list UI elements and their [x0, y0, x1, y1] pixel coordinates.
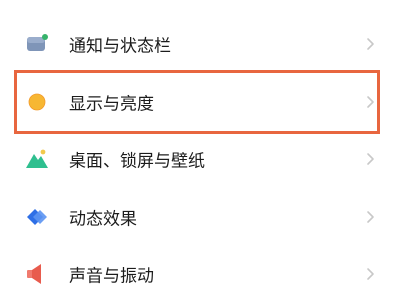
dynamic-effects-icon — [24, 204, 50, 230]
chevron-right-icon — [362, 266, 378, 282]
settings-item-label: 显示与亮度 — [69, 94, 154, 115]
sound-icon — [24, 261, 50, 287]
settings-item-display-brightness[interactable]: 显示与亮度 — [0, 74, 400, 130]
chevron-right-icon — [362, 36, 378, 52]
settings-item-label: 桌面、锁屏与壁纸 — [69, 151, 205, 172]
notification-bar-icon — [24, 31, 50, 57]
settings-item-label: 声音与振动 — [69, 266, 154, 287]
chevron-right-icon — [362, 94, 378, 110]
brightness-icon — [24, 89, 50, 115]
chevron-right-icon — [362, 151, 378, 167]
wallpaper-icon — [24, 146, 50, 172]
chevron-right-icon — [362, 209, 378, 225]
settings-item-label: 动态效果 — [69, 209, 137, 230]
settings-list: 通知与状态栏 显示与亮度 桌面、锁屏与壁纸 动态效果 声音与振动 — [0, 0, 400, 300]
settings-item-sound-vibration[interactable]: 声音与振动 — [0, 246, 400, 300]
settings-item-desktop-lockscreen-wallpaper[interactable]: 桌面、锁屏与壁纸 — [0, 131, 400, 187]
settings-item-label: 通知与状态栏 — [69, 36, 171, 57]
settings-item-dynamic-effects[interactable]: 动态效果 — [0, 189, 400, 245]
settings-item-notifications-status-bar[interactable]: 通知与状态栏 — [0, 16, 400, 72]
